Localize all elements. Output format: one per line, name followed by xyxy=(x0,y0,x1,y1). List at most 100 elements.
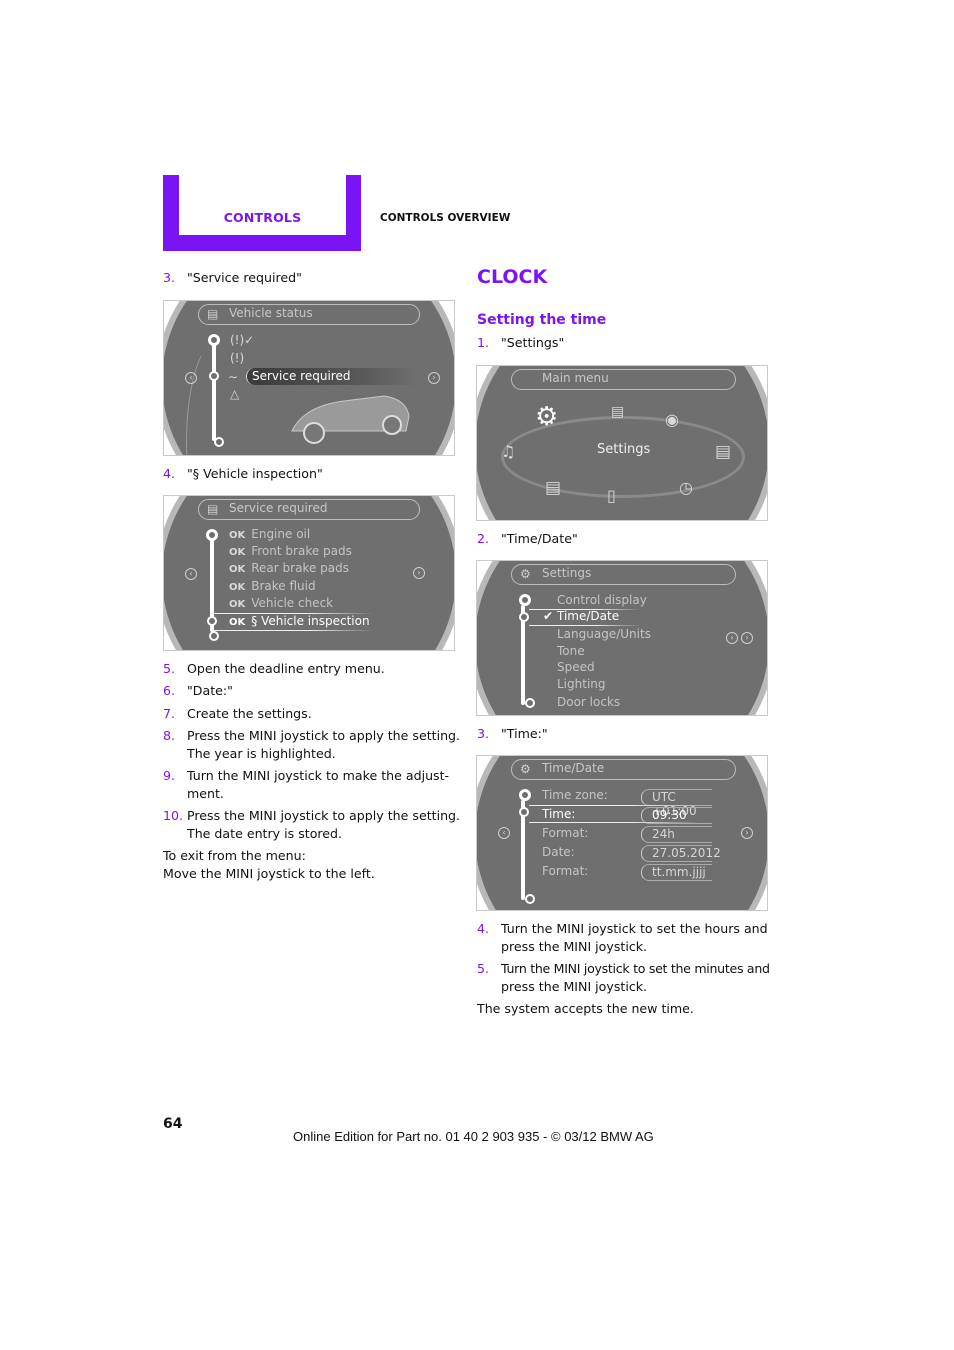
selection-line-bottom xyxy=(214,630,374,631)
step-text: press the MINI joystick. xyxy=(501,939,648,954)
submenu-arrow-icon[interactable]: › xyxy=(726,632,738,644)
nav-right-icon[interactable]: › xyxy=(741,632,753,644)
selection-line-bottom xyxy=(529,822,701,823)
scroll-rail[interactable] xyxy=(212,341,216,441)
settings-item[interactable]: Door locks xyxy=(557,695,620,709)
step-number: 5. xyxy=(477,961,490,976)
vehicle-icon[interactable]: ▤ xyxy=(611,404,624,420)
nav-right-icon[interactable]: › xyxy=(428,372,440,384)
nav-left-icon[interactable]: ‹ xyxy=(498,827,510,839)
step-number: 9. xyxy=(163,768,176,783)
screen-vehicle-status: ▤ Vehicle status (!)✓ (!) ∼ △ Service re… xyxy=(163,300,455,456)
nav-left-icon[interactable]: ‹ xyxy=(185,372,197,384)
menu-title-bar: ▤ Vehicle status xyxy=(198,304,420,325)
step-text: "Settings" xyxy=(501,335,565,350)
service-item[interactable]: OK Engine oil xyxy=(229,527,310,541)
step-text: ment. xyxy=(187,786,224,801)
check-icon: ✔ xyxy=(543,609,554,623)
rail-bottom-knob xyxy=(209,631,219,641)
menu-title: Vehicle status xyxy=(229,306,313,320)
selected-menu-label: Settings xyxy=(597,442,651,457)
service-item-selected[interactable]: OK § Vehicle inspection xyxy=(229,614,370,628)
date-format-field[interactable]: tt.mm.jjjj xyxy=(641,864,712,881)
rail-selected-knob xyxy=(207,616,217,626)
step-number: 4. xyxy=(163,466,176,481)
step-number: 8. xyxy=(163,728,176,743)
rail-bottom-knob xyxy=(214,437,224,447)
exit-instruction: Move the MINI joystick to the left. xyxy=(163,866,375,881)
step-text: The date entry is stored. xyxy=(187,826,343,841)
subheading: Setting the time xyxy=(477,312,607,328)
screen-time-date: ⚙ Time/Date Time zone: UTC +01:00 Time: … xyxy=(476,755,768,911)
step-number: 6. xyxy=(163,683,176,698)
nav-right-icon[interactable]: › xyxy=(413,567,425,579)
step-number: 7. xyxy=(163,706,176,721)
menu-title-bar: ▤ Service required xyxy=(198,499,420,520)
settings-item[interactable]: Lighting xyxy=(557,677,606,691)
step-text: "§ Vehicle inspection" xyxy=(187,466,323,481)
exit-instruction: To exit from the menu: xyxy=(163,848,306,863)
page-heading: CLOCK xyxy=(477,266,548,288)
menu-title: Settings xyxy=(542,566,592,580)
settings-item[interactable]: Language/Units xyxy=(557,627,651,641)
gear-icon: ⚙ xyxy=(520,762,531,776)
menu-title: Main menu xyxy=(542,371,609,385)
screen-service-required: ▤ Service required OK Engine oil OK Front … xyxy=(163,495,455,651)
tire-pressure-int-icon: (!) xyxy=(230,351,245,365)
step-number: 5. xyxy=(163,661,176,676)
step-text: Turn the MINI joystick to make the adjus… xyxy=(187,768,450,783)
time-zone-field[interactable]: UTC +01:00 xyxy=(641,789,712,818)
media-icon[interactable]: ♫ xyxy=(501,442,515,461)
step-number: 10. xyxy=(163,808,184,823)
nav-left-icon[interactable]: ‹ xyxy=(185,568,197,580)
rail-top-knob xyxy=(519,789,531,801)
car-icon: ▤ xyxy=(207,502,219,516)
rail-selected-knob xyxy=(209,371,219,381)
menu-title: Service required xyxy=(229,501,328,515)
manual-book-icon[interactable]: ▤ xyxy=(715,442,731,462)
settings-gear-icon[interactable]: ⚙ xyxy=(535,402,558,432)
rail-selected-knob xyxy=(519,807,529,817)
settings-item[interactable]: Tone xyxy=(557,644,585,658)
date-field[interactable]: 27.05.2012 xyxy=(641,845,721,862)
settings-item-selected[interactable]: Time/Date xyxy=(557,609,619,623)
step-text: Press the MINI joystick to apply the set… xyxy=(187,808,461,823)
rail-bottom-knob xyxy=(525,698,535,708)
section-label: CONTROLS OVERVIEW xyxy=(380,212,511,224)
field-label: Format: xyxy=(542,826,589,840)
step-number: 3. xyxy=(163,270,176,285)
phone-icon[interactable]: ▯ xyxy=(607,486,616,505)
service-item[interactable]: OK Rear brake pads xyxy=(229,561,349,575)
rail-selected-knob xyxy=(519,612,529,622)
chapter-label: CONTROLS xyxy=(223,210,302,225)
page-number: 64 xyxy=(163,1116,183,1132)
menu-title-bar: ⚙ Settings xyxy=(511,564,736,585)
step-number: 4. xyxy=(477,921,490,936)
step-text: "Time:" xyxy=(501,726,548,741)
rail-top-knob xyxy=(206,529,218,541)
service-item[interactable]: OK Front brake pads xyxy=(229,544,352,558)
chapter-tab-inner: CONTROLS xyxy=(179,175,346,235)
car-chassis-image xyxy=(291,395,410,444)
step-number: 2. xyxy=(477,531,490,546)
onboard-computer-icon[interactable]: ◷ xyxy=(679,478,693,497)
time-format-field[interactable]: 24h xyxy=(641,826,712,843)
warning-triangle-icon: △ xyxy=(230,387,240,401)
service-item[interactable]: OK Brake fluid xyxy=(229,579,316,593)
radio-icon[interactable]: ▤ xyxy=(545,478,561,498)
selection-line-bottom xyxy=(529,625,641,626)
settings-item[interactable]: Control display xyxy=(557,593,647,607)
tire-pressure-ok-icon: (!)✓ xyxy=(230,333,255,347)
nav-right-icon[interactable]: › xyxy=(741,827,753,839)
step-text: The year is highlighted. xyxy=(187,746,336,761)
edition-footer: Online Edition for Part no. 01 40 2 903 … xyxy=(293,1129,654,1144)
step-text: Open the deadline entry menu. xyxy=(187,661,385,676)
service-item[interactable]: OK Vehicle check xyxy=(229,596,333,610)
gear-icon: ⚙ xyxy=(520,567,531,581)
field-label: Time zone: xyxy=(542,788,608,802)
car-icon: ▤ xyxy=(207,307,219,321)
step-number: 1. xyxy=(477,335,490,350)
settings-item[interactable]: Speed xyxy=(557,660,595,674)
chapter-tab: CONTROLS xyxy=(163,175,361,251)
navigation-icon[interactable]: ◉ xyxy=(665,410,679,429)
